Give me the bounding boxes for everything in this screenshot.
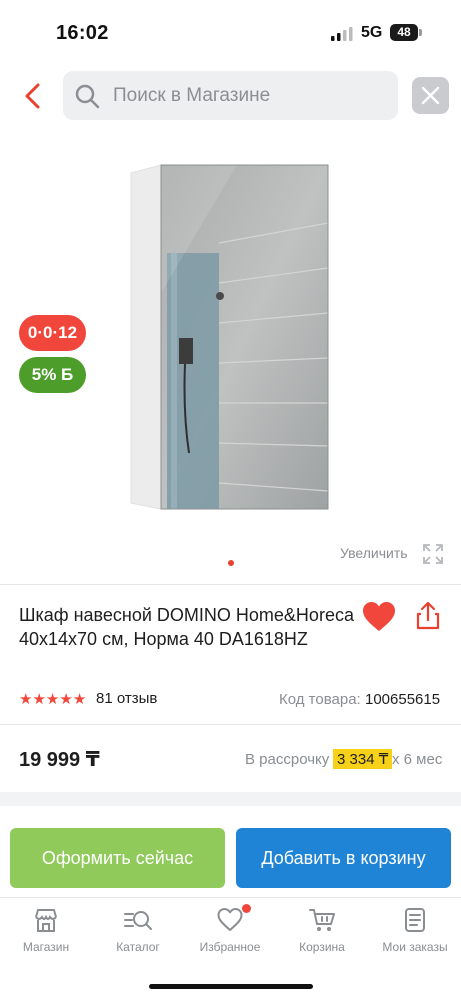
nav-item-catalog[interactable]: Каталог [92, 906, 184, 962]
heart-outline-icon [217, 908, 243, 931]
installment-term: x 6 мес [392, 751, 443, 768]
price: 19 999 ₸ [19, 749, 100, 771]
star-icon: ★ [72, 691, 87, 708]
star-icon: ★ [59, 691, 73, 708]
favorite-button[interactable] [362, 601, 396, 633]
zoom-button[interactable]: Увеличить [340, 542, 445, 566]
product-title: Шкаф навесной DOMINO Home&Horeca 40x14x7… [19, 605, 354, 649]
share-button[interactable] [413, 601, 443, 631]
heart-icon [363, 602, 395, 631]
battery-icon: 48 [390, 24, 422, 41]
search-input[interactable] [113, 71, 383, 120]
back-button[interactable] [18, 80, 50, 112]
share-icon [416, 601, 440, 630]
notification-dot [242, 904, 251, 913]
store-icon [35, 909, 57, 932]
gallery-page-indicator [228, 560, 234, 566]
chevron-left-icon [25, 83, 40, 109]
nav-label-orders: Мои заказы [382, 940, 448, 954]
star-icon: ★ [32, 691, 46, 708]
search-icon [75, 84, 100, 109]
nav-item-orders[interactable]: Мои заказы [369, 906, 461, 962]
divider [0, 724, 461, 725]
signal-icon [331, 27, 353, 41]
star-icon: ★ [19, 691, 33, 708]
zoom-label: Увеличить [340, 545, 408, 561]
installment-prefix: В рассрочку [245, 751, 330, 768]
orders-icon [405, 908, 425, 932]
star-icon: ★ [45, 691, 60, 708]
rating-stars: ★★★★★ [19, 690, 87, 708]
close-icon [421, 86, 440, 105]
network-label: 5G [361, 24, 383, 41]
sku-value: 100655615 [365, 691, 441, 708]
clear-search-button[interactable] [412, 77, 449, 114]
divider [0, 584, 461, 585]
nav-item-favorites[interactable]: Избранное [184, 904, 276, 962]
bonus-badge: 5% Б [19, 357, 86, 393]
nav-item-cart[interactable]: Корзина [276, 906, 368, 962]
section-separator [0, 792, 461, 806]
nav-label-cart: Корзина [299, 940, 345, 954]
nav-label-store: Магазин [22, 940, 70, 954]
nav-label-catalog: Каталог [116, 940, 160, 954]
buy-now-button[interactable]: Оформить сейчас [10, 828, 225, 888]
reviews-link[interactable]: 81 отзыв [96, 690, 157, 707]
nav-label-favorites: Избранное [199, 940, 261, 954]
cart-icon [309, 909, 335, 931]
nav-item-store[interactable]: Магазин [0, 906, 92, 962]
installment-badge: 0·0·12 [19, 315, 86, 351]
search-box[interactable] [63, 71, 398, 120]
expand-icon [423, 544, 443, 564]
sku-label: Код товара: [279, 691, 361, 708]
home-indicator[interactable] [149, 984, 313, 989]
add-to-cart-button[interactable]: Добавить в корзину [236, 828, 451, 888]
battery-level: 48 [397, 25, 411, 39]
installment-amount[interactable]: 3 334 ₸ [333, 749, 393, 769]
status-time: 16:02 [56, 22, 109, 44]
catalog-search-icon [124, 911, 152, 930]
product-image[interactable] [127, 153, 337, 513]
status-bar: 16:02 5G 48 [0, 0, 461, 60]
